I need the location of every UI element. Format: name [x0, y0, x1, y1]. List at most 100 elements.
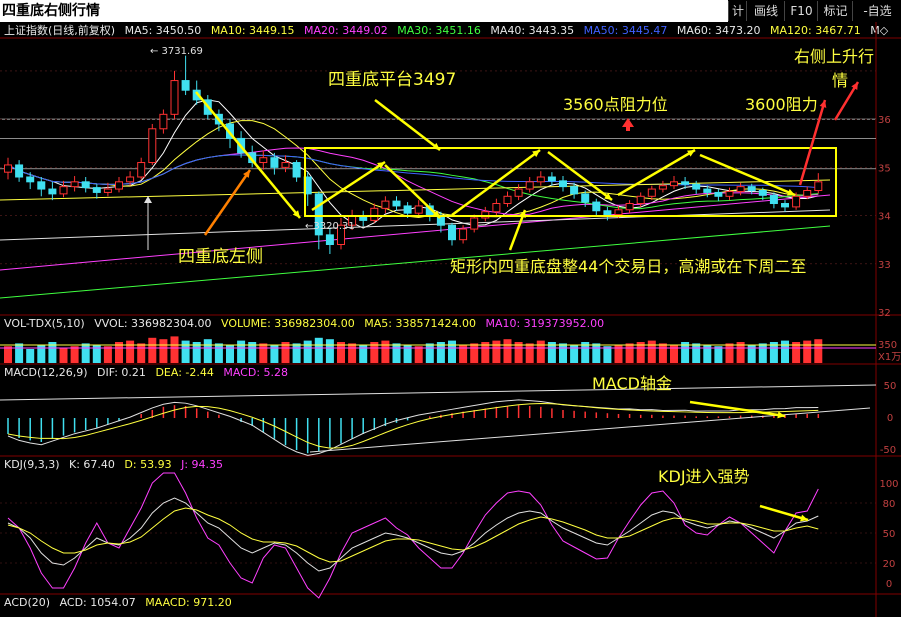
volume-bar [392, 343, 401, 363]
volume-bar [159, 339, 168, 363]
volume-bar [559, 343, 567, 363]
candle-body [325, 234, 334, 246]
measure-arrow [144, 196, 152, 203]
candle-body [803, 190, 812, 197]
candle-body [126, 176, 135, 183]
candle-body [603, 210, 612, 216]
candle-body [292, 162, 301, 178]
candle-body [769, 194, 778, 205]
right-rise-annotation-2: 情 [832, 71, 848, 90]
volume-bar [381, 340, 390, 363]
candle-body [392, 200, 401, 207]
ma-long-white [0, 209, 831, 241]
volume-bar [758, 343, 767, 363]
price-axis-label-4: 32 [878, 308, 891, 319]
volume-bar [803, 340, 812, 363]
candle-body [503, 195, 512, 205]
candle-body [614, 209, 623, 216]
candle-body [570, 186, 579, 195]
volume-bar [292, 343, 301, 363]
arrow-left-side [203, 169, 252, 236]
platform-annotation: 四重底平台3497 [328, 70, 456, 90]
volume-bar [692, 343, 701, 363]
volume-bar [781, 340, 789, 363]
volume-bar [137, 343, 146, 363]
volume-bar [259, 343, 268, 363]
volume-bar [126, 340, 135, 363]
price-axis-label-1: 35 [878, 163, 891, 174]
volume-bar [492, 340, 501, 363]
dif-line [7, 399, 819, 456]
candle-body [381, 200, 390, 209]
volume-bar [70, 346, 79, 363]
volume-bar [314, 337, 323, 363]
candle-body [692, 183, 701, 190]
kdj-axis-label-2: 50 [883, 529, 896, 540]
macd-axis-label-2: -50 [880, 445, 896, 456]
kdj-arrow [759, 504, 809, 522]
volume-bar [26, 349, 35, 363]
candle-body [725, 190, 734, 197]
volume-bar [536, 340, 545, 363]
vol-axis-label-1: X1万 [878, 352, 901, 363]
candle-body [514, 188, 523, 197]
candle-body [281, 162, 290, 168]
candle-body [26, 176, 35, 183]
resist-marker-stem [626, 127, 630, 131]
candle-body [81, 181, 90, 189]
candle-body [103, 188, 112, 193]
volume-bar [658, 343, 667, 363]
macd-annotation: MACD轴金 [592, 374, 672, 393]
volume-bar [214, 343, 223, 363]
volume-bar [203, 339, 212, 363]
volume-bar [592, 343, 601, 363]
macd-trend-lower [309, 407, 871, 453]
candle-body [370, 207, 379, 221]
candle-body [459, 228, 468, 241]
volume-bar [237, 340, 246, 363]
kdj-axis-label-1: 80 [883, 499, 896, 510]
candle-body [714, 191, 723, 197]
candle-body [547, 176, 556, 182]
candle-body [681, 181, 690, 185]
candle-body [625, 203, 634, 211]
kdj-axis-label-0: 100 [879, 479, 898, 490]
candle-body [703, 188, 712, 193]
candle-body [470, 217, 479, 230]
candle-body [59, 186, 68, 195]
candle-body [181, 80, 190, 91]
volume-bar [714, 346, 723, 363]
candle-body [481, 211, 490, 219]
candle-body [492, 203, 501, 213]
high-label: ← 3731.69 [150, 46, 203, 57]
candle-body [92, 187, 101, 193]
volume-bar [181, 340, 190, 363]
volume-bar [81, 343, 90, 363]
kdj-d-line [7, 507, 819, 563]
volume-bar [814, 339, 823, 363]
volume-bar [414, 346, 423, 363]
candle-body [148, 128, 157, 164]
volume-bar [59, 347, 68, 363]
volume-bar [325, 339, 334, 363]
volume-bar [503, 339, 512, 363]
candle-body [592, 201, 601, 212]
arrow-left-down [195, 91, 301, 219]
candle-body [270, 157, 279, 168]
kdj-k-line [7, 497, 819, 572]
candle-body [414, 205, 423, 214]
volume-bar [470, 343, 479, 363]
resist-3600-annotation: 3600阻力 [745, 95, 818, 114]
dea-line [7, 403, 819, 449]
candle-body [536, 176, 545, 183]
resist-3560-annotation: 3560点阻力位 [563, 95, 668, 114]
arrow-platform [374, 99, 441, 151]
vol-axis-label-0: 350 [878, 340, 897, 351]
volume-bar [148, 337, 157, 363]
volume-bar [625, 343, 634, 363]
candle-body [792, 195, 801, 208]
candle-body [137, 162, 146, 178]
candle-body [781, 203, 789, 208]
candle-body [159, 113, 168, 130]
candle-body [736, 186, 745, 192]
